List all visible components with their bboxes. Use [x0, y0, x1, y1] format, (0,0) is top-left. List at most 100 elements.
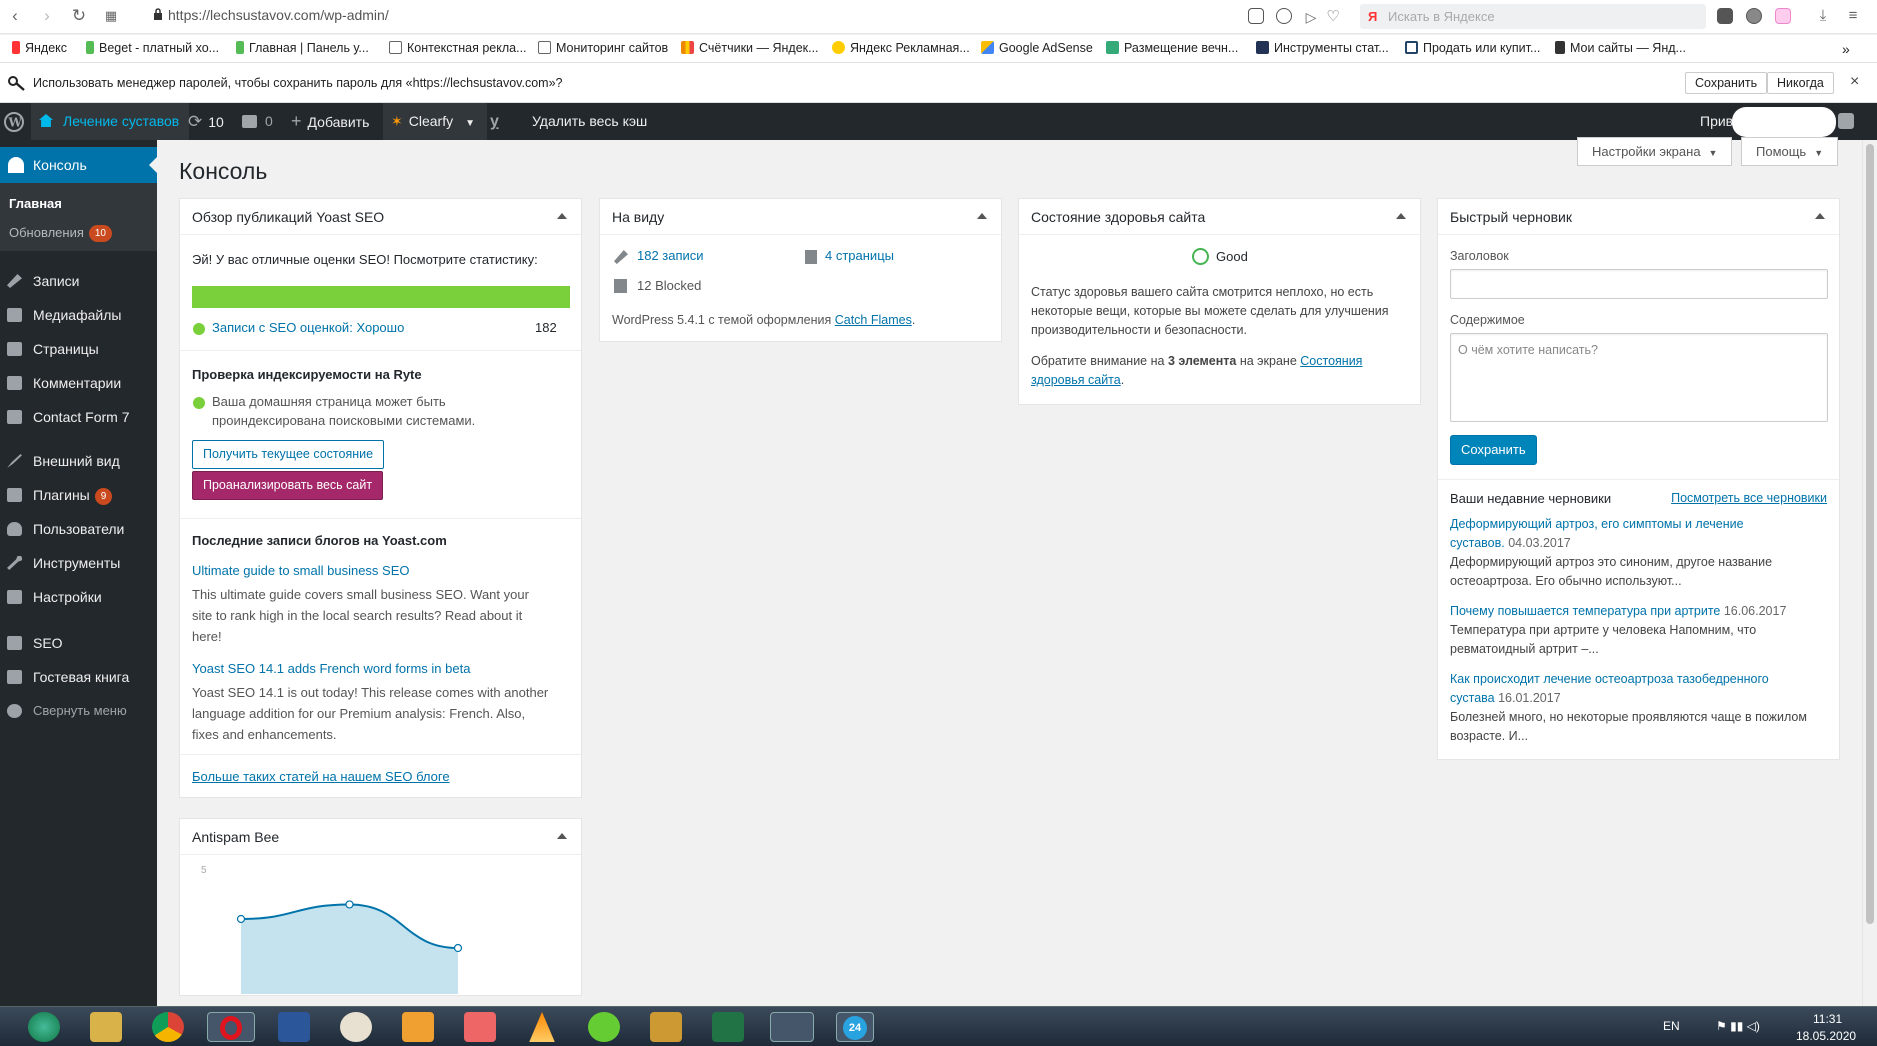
toggle-icon[interactable]	[1396, 213, 1406, 219]
clock-date[interactable]: 18.05.2020	[1796, 1029, 1856, 1043]
forward-icon[interactable]: ›	[36, 5, 58, 27]
view-all-drafts-link[interactable]: Посмотреть все черновики	[1671, 491, 1827, 505]
block-icon[interactable]	[1276, 8, 1292, 24]
menu-tools[interactable]: Инструменты	[0, 546, 157, 580]
menu-comments[interactable]: Комментарии	[0, 366, 157, 400]
yandex-search-input[interactable]: Я Искать в Яндексе	[1360, 4, 1706, 29]
draft-link[interactable]: Почему повышается температура при артрит…	[1450, 604, 1720, 618]
add-new-link[interactable]: + Добавить	[291, 103, 369, 140]
collapse-menu[interactable]: Свернуть меню	[0, 694, 157, 728]
chart-point[interactable]	[453, 943, 463, 953]
bookmark-item[interactable]: Контекстная рекла...	[389, 41, 527, 55]
draft-link[interactable]: Деформирующий артроз, его симптомы и леч…	[1450, 517, 1744, 531]
submenu-updates[interactable]: Обновления 10	[9, 225, 112, 242]
menu-appearance[interactable]: Внешний вид	[0, 444, 157, 478]
blog-post-link[interactable]: Yoast SEO 14.1 adds French word forms in…	[192, 661, 470, 676]
extension2-icon[interactable]	[1746, 8, 1762, 24]
menu-icon[interactable]: ≡	[1842, 5, 1864, 27]
pages-count-link[interactable]: 4 страницы	[825, 248, 894, 263]
bookmark-item[interactable]: Продать или купит...	[1405, 41, 1540, 55]
vlc-icon[interactable]	[529, 1012, 555, 1042]
toggle-icon[interactable]	[557, 833, 567, 839]
menu-contact-form[interactable]: Contact Form 7	[0, 400, 157, 434]
updates-link[interactable]: ⟳ 10	[188, 103, 224, 140]
site-name-link[interactable]: Лечение суставов	[31, 103, 190, 140]
screenshot-icon[interactable]	[1248, 8, 1264, 24]
bookmark-item[interactable]: Счётчики — Яндек...	[681, 41, 819, 55]
draft-link[interactable]: суставов.	[1450, 536, 1505, 550]
bookmark-item[interactable]: Beget - платный хо...	[86, 41, 219, 55]
comments-link[interactable]: 0	[242, 103, 273, 140]
more-bookmarks-icon[interactable]: »	[1842, 41, 1850, 57]
download-icon[interactable]: ⤓	[1812, 5, 1834, 27]
draft-title-input[interactable]	[1450, 269, 1828, 299]
utorrent-icon[interactable]	[588, 1012, 620, 1042]
book-icon[interactable]	[650, 1012, 682, 1042]
menu-users[interactable]: Пользователи	[0, 512, 157, 546]
bookmark-item[interactable]: Мониторинг сайтов	[538, 41, 668, 55]
explorer-icon[interactable]	[90, 1012, 122, 1042]
bookmark-item[interactable]: Яндекс	[12, 41, 67, 55]
chart-point[interactable]	[345, 900, 354, 909]
app-icon[interactable]	[464, 1012, 496, 1042]
bookmark-item[interactable]: Google AdSense	[981, 41, 1093, 55]
bookmark-item[interactable]: Главная | Панель у...	[236, 41, 369, 55]
save-password-button[interactable]: Сохранить	[1685, 72, 1768, 94]
menu-settings[interactable]: Настройки	[0, 580, 157, 614]
menu-dashboard[interactable]: Консоль	[0, 147, 157, 183]
start-icon[interactable]	[28, 1012, 60, 1042]
eye-app-icon[interactable]	[340, 1012, 372, 1042]
health-link[interactable]: Состояния	[1300, 354, 1362, 368]
menu-guestbook[interactable]: Гостевая книга	[0, 660, 157, 694]
play-icon[interactable]: ▷	[1300, 6, 1322, 28]
toggle-icon[interactable]	[1815, 213, 1825, 219]
media-player-icon[interactable]	[402, 1012, 434, 1042]
tray-icons[interactable]: ⚑ ▮▮ ◁)	[1716, 1019, 1760, 1033]
menu-plugins[interactable]: Плагины 9	[0, 478, 157, 512]
reload-icon[interactable]: ↻	[68, 5, 90, 27]
close-icon[interactable]: ×	[1850, 73, 1859, 91]
more-articles-link[interactable]: Больше таких статей на нашем SEO блоге	[192, 769, 450, 784]
posts-count-link[interactable]: 182 записи	[637, 248, 704, 263]
analyze-site-button[interactable]: Проанализировать весь сайт	[192, 471, 384, 500]
draft-link[interactable]: сустава	[1450, 691, 1495, 705]
bookmark-item[interactable]: Яндекс Рекламная...	[832, 41, 970, 55]
draft-content-textarea[interactable]: О чём хотите написать?	[1450, 333, 1828, 422]
clock-24-icon[interactable]: 24	[836, 1012, 874, 1042]
bookmark-item[interactable]: Размещение вечн...	[1106, 41, 1238, 55]
excel-icon[interactable]	[712, 1012, 744, 1042]
back-icon[interactable]: ‹	[4, 5, 26, 27]
never-button[interactable]: Никогда	[1767, 72, 1834, 94]
save-draft-button[interactable]: Сохранить	[1450, 435, 1537, 465]
heart-icon[interactable]: ♡	[1322, 6, 1344, 28]
chrome-icon[interactable]	[152, 1012, 184, 1042]
chart-point[interactable]	[236, 914, 246, 924]
language-indicator[interactable]: EN	[1663, 1019, 1680, 1033]
yoast-icon[interactable]: ỵ	[490, 103, 499, 140]
theme-link[interactable]: Catch Flames	[835, 313, 912, 327]
menu-seo[interactable]: SEO	[0, 626, 157, 660]
health-link[interactable]: здоровья сайта	[1031, 373, 1121, 387]
menu-pages[interactable]: Страницы	[0, 332, 157, 366]
scrollbar-thumb[interactable]	[1866, 144, 1874, 924]
clock-time[interactable]: 11:31	[1813, 1012, 1842, 1026]
wordpress-logo[interactable]: W	[4, 103, 26, 140]
blog-post-link[interactable]: Ultimate guide to small business SEO	[192, 563, 409, 578]
avatar[interactable]	[1838, 113, 1854, 129]
extension3-icon[interactable]	[1775, 8, 1791, 24]
screen-options-button[interactable]: Настройки экрана ▼	[1577, 137, 1733, 166]
draft-link[interactable]: Как происходит лечение остеоартроза тазо…	[1450, 672, 1769, 686]
toggle-icon[interactable]	[557, 213, 567, 219]
clearfy-menu[interactable]: ✶ Clearfy ▼	[383, 103, 487, 140]
toggle-icon[interactable]	[977, 213, 987, 219]
get-status-button[interactable]: Получить текущее состояние	[192, 440, 385, 469]
tabs-grid-icon[interactable]: ▦	[100, 5, 122, 27]
bookmark-item[interactable]: Мои сайты — Янд...	[1555, 41, 1686, 55]
word-icon[interactable]	[278, 1012, 310, 1042]
bookmark-item[interactable]: Инструменты стат...	[1256, 41, 1389, 55]
menu-media[interactable]: Медиафайлы	[0, 298, 157, 332]
computer-icon[interactable]	[770, 1012, 814, 1042]
extension-icon[interactable]	[1717, 8, 1733, 24]
submenu-home[interactable]: Главная	[9, 196, 62, 211]
url-bar[interactable]: https://lechsustavov.com/wp-admin/	[168, 7, 389, 23]
